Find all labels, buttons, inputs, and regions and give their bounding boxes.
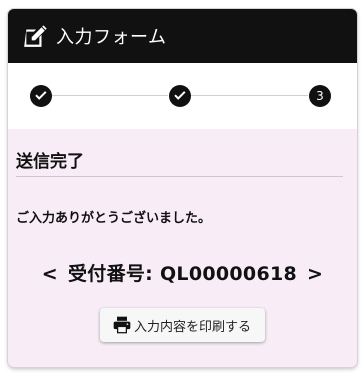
header-title: 入力フォーム bbox=[56, 27, 167, 48]
header-bar: 入力フォーム bbox=[8, 9, 357, 63]
receipt-number: < 受付番号: QL00000618 > bbox=[16, 259, 349, 286]
step-2-completed bbox=[169, 85, 191, 107]
receipt-close-bracket: > bbox=[307, 263, 324, 285]
form-card: 入力フォーム 3 送信完了 ご入力ありがとうございました。 < 受付番号: QL0… bbox=[8, 9, 357, 367]
receipt-label: 受付番号: QL00000618 bbox=[67, 263, 298, 285]
receipt-open-bracket: < bbox=[41, 263, 58, 285]
printer-icon bbox=[112, 315, 132, 335]
step-3-current: 3 bbox=[309, 85, 331, 107]
stepper-connector bbox=[52, 95, 168, 96]
edit-icon bbox=[22, 23, 48, 49]
stepper-connector bbox=[191, 95, 308, 96]
stepper: 3 bbox=[8, 63, 357, 129]
section-title: 送信完了 bbox=[16, 147, 343, 177]
print-button[interactable]: 入力内容を印刷する bbox=[99, 308, 265, 342]
check-icon bbox=[34, 88, 48, 105]
check-icon bbox=[173, 88, 187, 105]
main-content: 送信完了 ご入力ありがとうございました。 < 受付番号: QL00000618 > … bbox=[8, 129, 357, 342]
print-button-label: 入力内容を印刷する bbox=[133, 319, 251, 335]
step-number: 3 bbox=[316, 89, 324, 103]
step-1-completed bbox=[30, 85, 52, 107]
thank-you-message: ご入力ありがとうございました。 bbox=[16, 211, 212, 226]
